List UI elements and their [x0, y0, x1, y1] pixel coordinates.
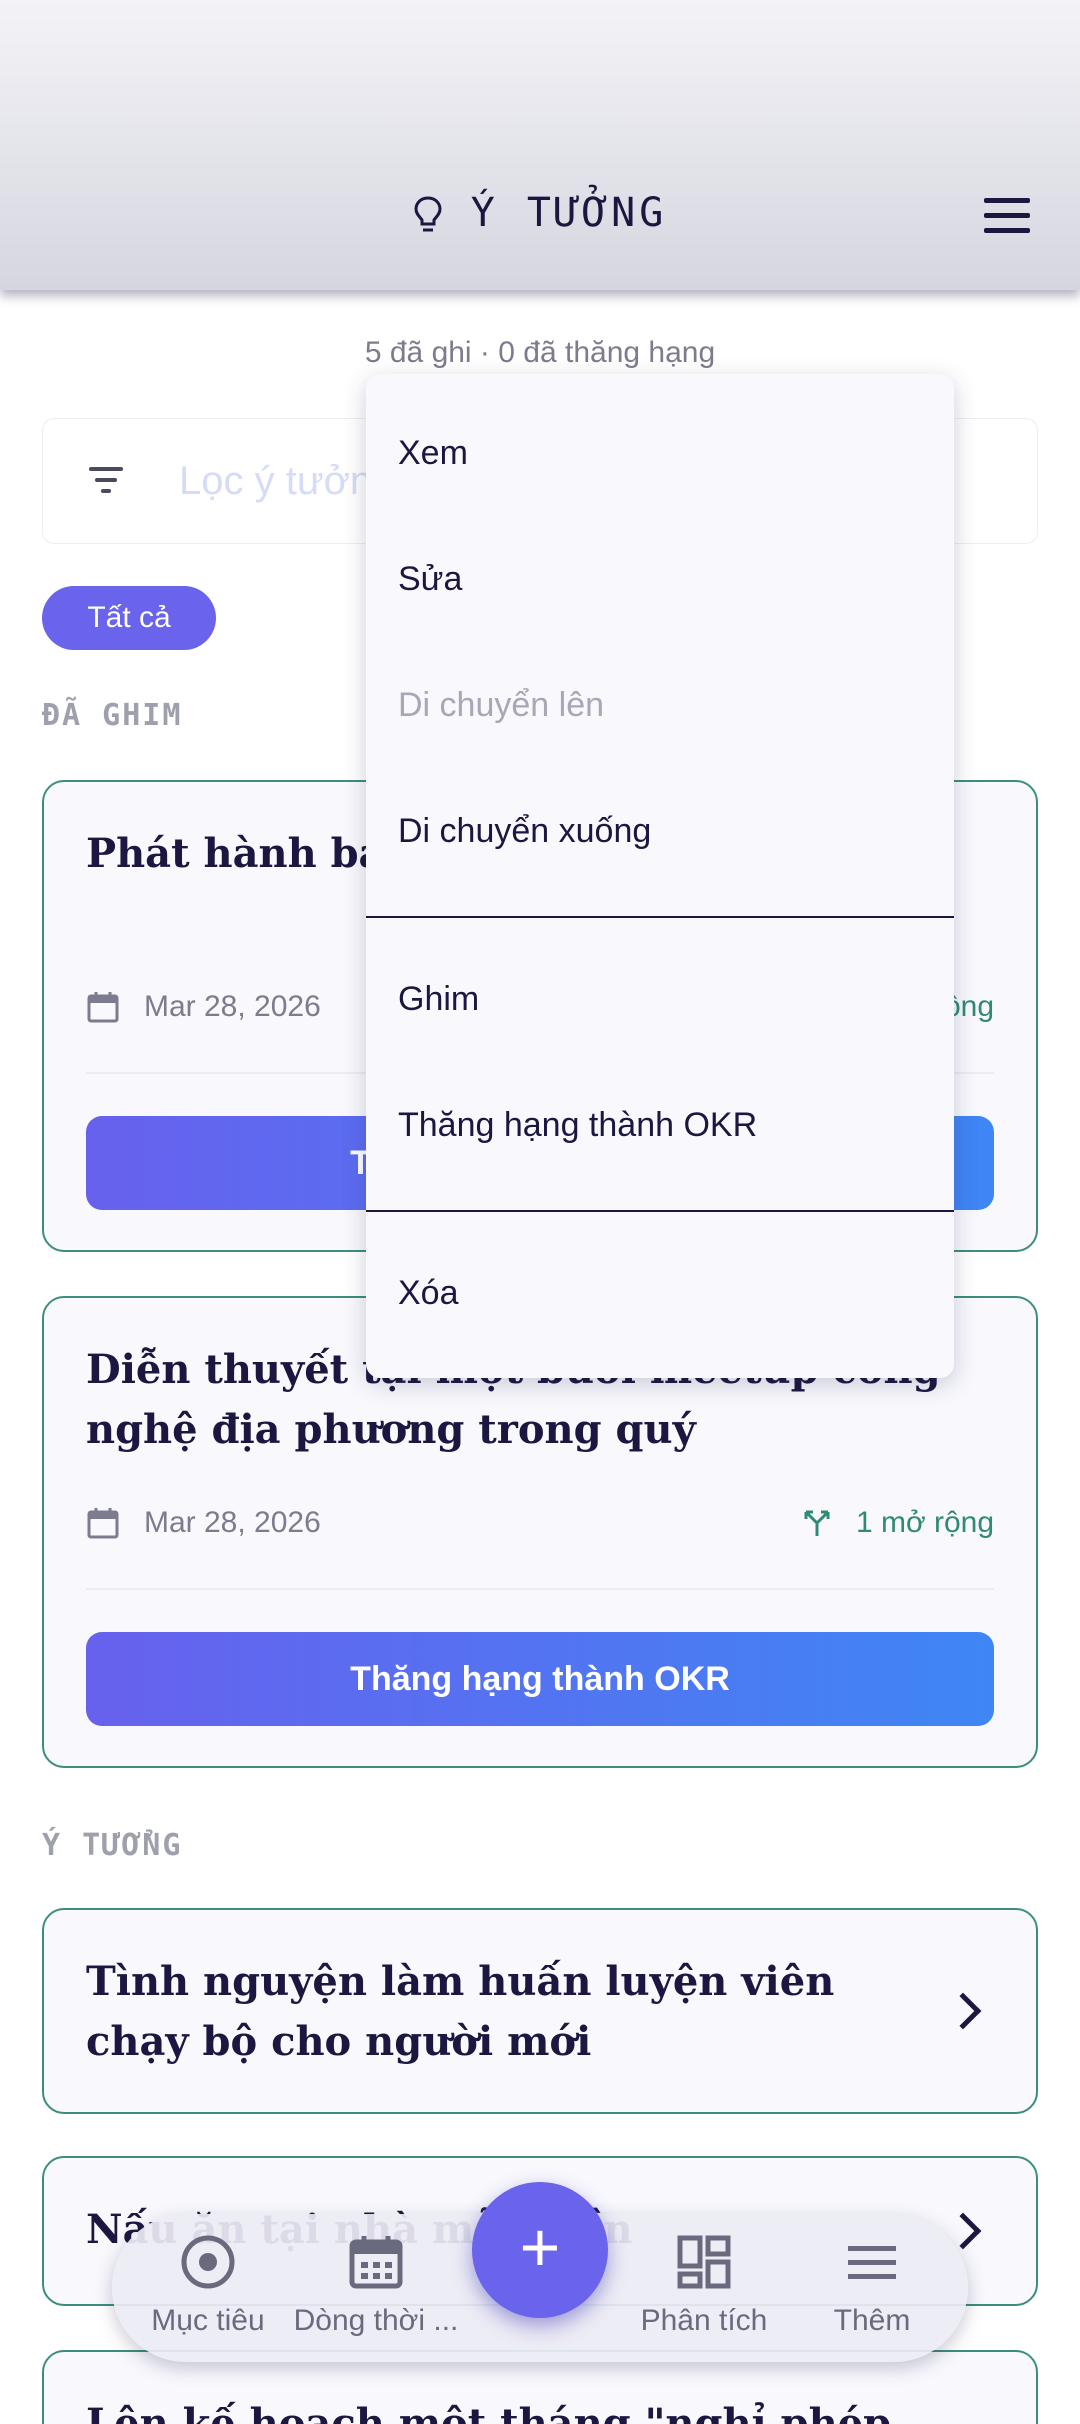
menu-icon	[848, 2246, 896, 2279]
section-label-ideas: Ý TƯỞNG	[42, 1828, 183, 1863]
filter-icon	[89, 467, 125, 495]
ideas-summary: 5 đã ghi · 0 đã thăng hạng	[364, 336, 716, 369]
target-icon	[181, 2235, 235, 2289]
hamburger-icon-bar	[984, 228, 1030, 233]
idea-card[interactable]: Tình nguyện làm huấn luyện viên chạy bộ …	[42, 1908, 1038, 2114]
chevron-right-icon	[944, 1992, 982, 2030]
card-expansions-text: 1 mở rộng	[855, 1506, 994, 1539]
card-expansions: 1 mở rộng	[802, 1506, 994, 1540]
branch-icon	[804, 1510, 830, 1536]
menu-item-move-up: Di chuyển lên	[398, 686, 605, 724]
nav-item-analytics[interactable]: Phân tích	[616, 2232, 792, 2338]
add-idea-button[interactable]: +	[472, 2182, 608, 2318]
calendar-icon	[87, 1508, 119, 1539]
promote-to-okr-button[interactable]: Thăng hạng thành OKR	[86, 1632, 994, 1726]
calendar-icon	[87, 992, 119, 1023]
hamburger-icon	[984, 198, 1030, 203]
nav-item-label: Dòng thời ...	[293, 2304, 459, 2337]
nav-item-goals[interactable]: Mục tiêu	[120, 2232, 296, 2338]
menu-item-delete[interactable]: Xóa	[398, 1274, 459, 1313]
nav-item-timeline[interactable]: Dòng thời ...	[288, 2232, 464, 2338]
hamburger-icon-bar	[984, 213, 1030, 218]
menu-item-move-down[interactable]: Di chuyển xuống	[398, 812, 651, 851]
menu-item-pin[interactable]: Ghim	[398, 980, 479, 1019]
card-date: Mar 28, 2026	[86, 1506, 321, 1540]
nav-item-label: Phân tích	[640, 2304, 768, 2337]
nav-item-label: Thêm	[833, 2304, 911, 2337]
card-title: Lên kế hoạch một tháng "nghỉ phép kỹ thu…	[86, 2400, 892, 2424]
card-date: Mar 28, 2026	[86, 990, 321, 1024]
lightbulb-icon	[414, 196, 442, 232]
menu-separator	[366, 916, 954, 918]
menu-separator	[366, 1210, 954, 1212]
context-menu: Xem Sửa Di chuyển lên Di chuyển xuống Gh…	[366, 374, 954, 1378]
menu-item-promote-okr[interactable]: Thăng hạng thành OKR	[398, 1106, 757, 1145]
nav-item-more[interactable]: Thêm	[784, 2232, 960, 2338]
hamburger-menu-button[interactable]	[980, 196, 1034, 236]
nav-item-label: Mục tiêu	[151, 2304, 265, 2337]
card-date-text: Mar 28, 2026	[144, 1506, 321, 1539]
page-title: Ý TƯỞNG	[0, 190, 1080, 236]
dashboard-icon	[677, 2235, 731, 2289]
card-divider	[86, 1588, 994, 1590]
card-date-text: Mar 28, 2026	[144, 990, 321, 1023]
page-title-text: Ý TƯỞNG	[470, 190, 668, 236]
menu-item-edit[interactable]: Sửa	[398, 560, 462, 599]
calendar-icon	[349, 2236, 403, 2289]
app-header: Ý TƯỞNG	[0, 0, 1080, 290]
card-title: Tình nguyện làm huấn luyện viên chạy bộ …	[86, 1958, 835, 2065]
section-label-pinned: ĐÃ GHIM	[42, 698, 183, 733]
chip-all[interactable]: Tất cả	[42, 586, 216, 650]
menu-item-view[interactable]: Xem	[398, 434, 468, 473]
